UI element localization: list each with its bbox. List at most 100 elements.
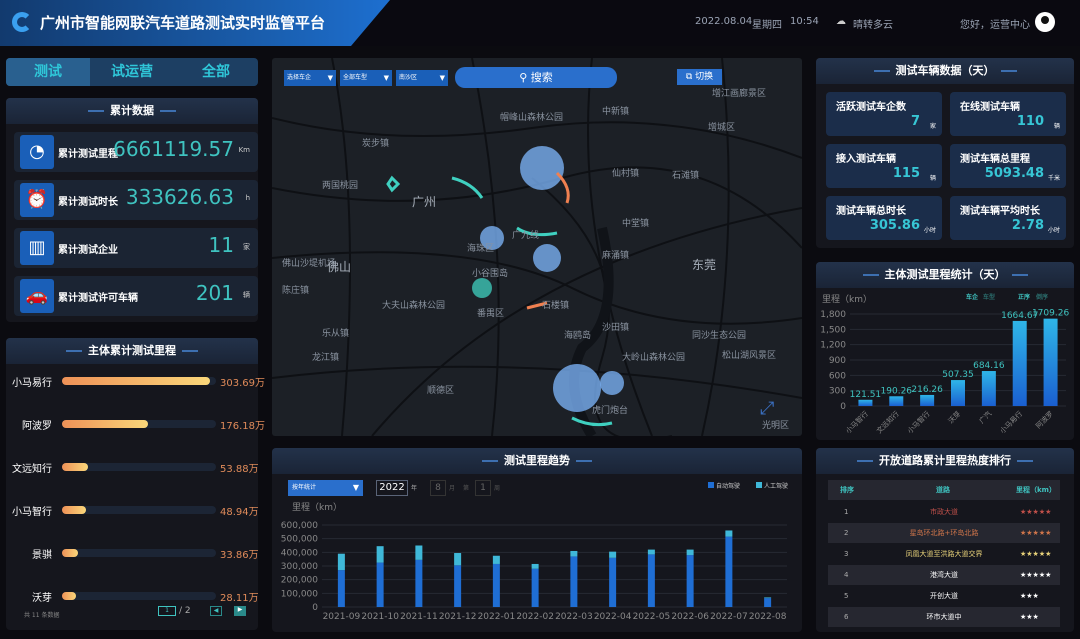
tab-all[interactable]: 全部: [174, 58, 258, 86]
card-unit: 辆: [929, 175, 936, 182]
stat-value: 11: [208, 233, 234, 257]
entity-name: 沃芽: [32, 593, 52, 604]
entity-value: 176.18万: [220, 421, 265, 432]
y-axis-label: 里程（km）: [822, 294, 872, 305]
y-tick-label: 400,000: [281, 548, 318, 558]
progress-track: [62, 592, 216, 600]
map-place-label: 中新镇: [602, 107, 630, 117]
map-place-label: 石楼镇: [542, 301, 570, 311]
x-tick-label: 2022-07: [710, 612, 748, 622]
cloud-icon: ☁: [836, 16, 846, 27]
progress-fill: [62, 463, 89, 471]
mileage-row: 阿波罗 176.18万: [6, 417, 265, 432]
progress-fill: [62, 420, 148, 428]
progress-track: [62, 463, 216, 471]
bar-segment: [454, 553, 462, 566]
card-unit: 小时: [923, 227, 936, 234]
map-place-label: 同沙生态公园: [692, 331, 747, 341]
prev-page-button[interactable]: ◀: [210, 606, 222, 616]
entity-value: 48.94万: [220, 507, 259, 518]
map-place-label: 东莞: [692, 258, 717, 272]
map-place-label: 海珠区: [467, 244, 495, 254]
company-select[interactable]: 选择车企: [284, 70, 336, 86]
map-place-label: 两国桃园: [322, 181, 359, 191]
progress-fill: [62, 592, 76, 600]
data-label: 1709.26: [1032, 309, 1069, 319]
entity-name: 景骐: [32, 550, 52, 561]
bar-segment: [647, 554, 655, 607]
legend-toggle: 倒序: [1035, 293, 1048, 301]
y-tick-label: 300: [829, 387, 846, 397]
map-place-label: 广九线: [512, 231, 540, 241]
switch-button[interactable]: ⧉ 切换: [677, 69, 722, 85]
bar-segment: [531, 568, 539, 607]
weekday: 星期四: [752, 20, 782, 31]
y-axis-label: 里程（km）: [292, 502, 342, 513]
star-rating: ★★★★★: [1020, 550, 1052, 558]
search-button[interactable]: ⚲ 搜索: [455, 67, 617, 88]
y-tick-label: 200,000: [281, 576, 318, 586]
x-tick-label: 广汽: [977, 409, 993, 425]
panel-title: 测试车辆数据（天）: [816, 58, 1074, 84]
card-unit: 辆: [1053, 123, 1060, 130]
mileage-row: 文远知行 53.88万: [6, 460, 259, 475]
star-rating: ★★★: [1020, 592, 1039, 600]
bar-segment: [764, 597, 772, 599]
user-avatar-icon[interactable]: [1035, 12, 1055, 32]
switch-label: 切换: [695, 72, 714, 82]
bar: [889, 396, 904, 406]
x-tick-label: 2022-02: [516, 612, 554, 622]
vehicle-stat-card: 在线测试车辆 110 辆: [950, 92, 1066, 136]
bar: [1043, 318, 1058, 406]
star-rating: ★★★: [1020, 613, 1039, 621]
road-line: [701, 58, 730, 436]
data-label: 684.16: [973, 361, 1005, 371]
district-select[interactable]: 南沙区: [396, 70, 448, 86]
legend-toggle: 正序: [1018, 293, 1030, 301]
mileage-trend-panel: 测试里程趋势 按年统计 ▼ 2022 年 8 月 第 1 周 里程（km） 自动驾驶…: [272, 448, 802, 632]
card-label: 测试车辆总时长: [836, 206, 906, 217]
bar-segment: [337, 553, 345, 571]
building-icon: ▥: [20, 231, 54, 265]
card-value: 110: [1016, 114, 1044, 129]
map-place-label: 仙村镇: [612, 169, 640, 179]
card-value: 5093.48: [984, 166, 1044, 181]
bar-segment: [570, 550, 578, 557]
page-input[interactable]: 1: [158, 606, 176, 616]
y-tick-label: 100,000: [281, 589, 318, 599]
tab-trial-operation[interactable]: 试运营: [90, 58, 174, 86]
data-label: 507.35: [942, 370, 974, 380]
bar: [951, 380, 965, 406]
fullscreen-icon[interactable]: ⤢: [760, 398, 774, 419]
progress-track: [62, 549, 216, 557]
vehicle-track-cluster: [600, 371, 624, 395]
card-label: 活跃测试车企数: [836, 102, 906, 113]
map-place-label: 乐从镇: [322, 329, 350, 339]
map-place-label: 陈庄镇: [282, 286, 310, 296]
tab-test[interactable]: 测试: [6, 58, 90, 86]
y-tick-label: 1,500: [820, 325, 846, 335]
legend-label: 自动驾驶: [716, 482, 740, 490]
car-icon: 🚗: [20, 279, 54, 313]
ranking-row: 3 凤凰大道至洪路大道交界 ★★★★★: [828, 544, 1060, 564]
ranking-row: 6 环市大道中 ★★★: [828, 607, 1060, 627]
legend-swatch: [708, 482, 714, 488]
bar-segment: [415, 545, 423, 560]
total-count: 共 11 条数据: [24, 612, 60, 619]
map-place-label: 麻涌镇: [602, 251, 630, 261]
map-place-label: 石滩镇: [672, 171, 700, 181]
header-mileage: 里程（km）: [1016, 486, 1056, 494]
panel-title: 累计数据: [6, 98, 258, 124]
y-tick-label: 1,200: [820, 341, 846, 351]
legend-toggle: 车企: [966, 293, 979, 301]
map[interactable]: 增江画廊景区 帽峰山森林公园 中新镇 增城区 炭步镇 仙村镇 石滩镇 两国桃园 广州 海珠区 广九线…: [272, 58, 802, 436]
vehicle-track-cluster: [520, 146, 564, 190]
progress-track: [62, 377, 216, 385]
legend-swatch: [756, 482, 762, 488]
data-label: 190.26: [881, 386, 913, 396]
header: 广州市智能网联汽车道路测试实时监管平台 2022.08.04 星期四 10:54…: [0, 0, 1080, 46]
next-page-button[interactable]: ▶: [234, 606, 246, 616]
vehicle-type-select[interactable]: 全部车型: [340, 70, 392, 86]
entity-value: 28.11万: [220, 593, 259, 604]
progress-track: [62, 420, 216, 428]
